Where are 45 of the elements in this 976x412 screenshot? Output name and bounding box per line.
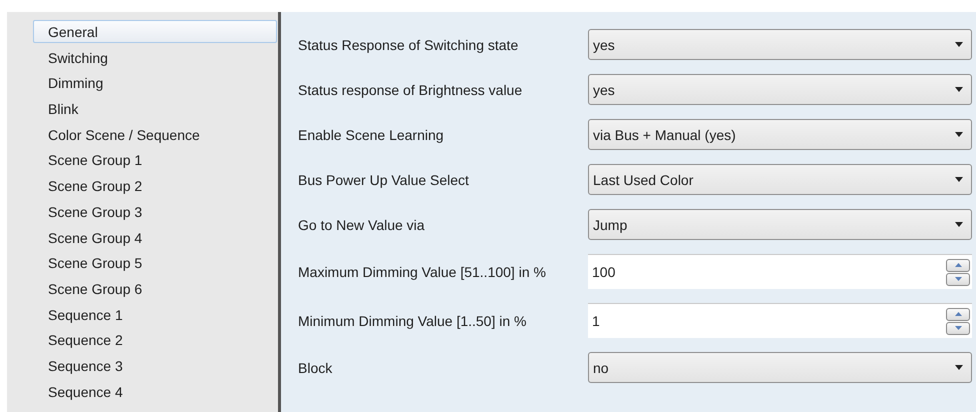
navigation-item[interactable]: Scene Group 5 bbox=[33, 251, 277, 277]
navigation-item[interactable]: General bbox=[33, 20, 277, 43]
up-arrow-icon bbox=[954, 312, 962, 316]
navigation-item[interactable]: Color Scene / Sequence bbox=[33, 122, 277, 148]
spin-down-button[interactable] bbox=[946, 322, 970, 334]
caret-icon bbox=[955, 42, 963, 47]
navigation-item[interactable]: Blink bbox=[33, 97, 277, 123]
caret-icon bbox=[955, 222, 963, 227]
navigation-item[interactable]: Sequence 2 bbox=[33, 328, 277, 354]
spin-up-button[interactable] bbox=[946, 258, 970, 272]
caret-icon bbox=[955, 365, 963, 370]
navigation-item[interactable]: Switching bbox=[33, 46, 277, 72]
navigation-item[interactable]: Scene Group 3 bbox=[33, 200, 277, 226]
up-arrow-icon bbox=[954, 263, 962, 267]
parameter-label: Block bbox=[298, 360, 334, 376]
dropdown[interactable]: Last Used Color bbox=[588, 164, 972, 195]
navigation-item[interactable]: Scene Group 1 bbox=[33, 148, 277, 174]
caret-icon bbox=[955, 87, 963, 92]
navigation-item[interactable]: Sequence 1 bbox=[33, 302, 277, 328]
dropdown[interactable]: no bbox=[588, 352, 972, 383]
dropdown[interactable]: yes bbox=[588, 29, 972, 60]
dropdown[interactable]: via Bus + Manual (yes) bbox=[588, 119, 972, 150]
dropdown[interactable]: Jump bbox=[588, 209, 972, 240]
number-field[interactable]: 100 bbox=[588, 254, 972, 289]
down-arrow-icon bbox=[954, 277, 962, 281]
spin-down-button[interactable] bbox=[946, 272, 970, 286]
caret-icon bbox=[955, 132, 963, 137]
down-arrow-icon bbox=[954, 326, 962, 330]
dropdown[interactable]: yes bbox=[588, 74, 972, 105]
navigation-item[interactable]: Scene Group 4 bbox=[33, 226, 277, 252]
navigation-item[interactable]: Sequence 4 bbox=[33, 380, 277, 406]
parameter-label: Status response of Brightness value bbox=[298, 82, 524, 98]
parameter-label: Maximum Dimming Value [51..100] in % bbox=[298, 264, 547, 280]
parameter-label: Status Response of Switching state bbox=[298, 36, 520, 52]
parameter-label: Enable Scene Learning bbox=[298, 126, 445, 142]
caret-icon bbox=[955, 177, 963, 182]
spin-up-button[interactable] bbox=[946, 308, 970, 320]
navigation-item[interactable]: Sequence 3 bbox=[33, 354, 277, 380]
navigation-item[interactable]: Dimming bbox=[33, 71, 277, 98]
navigation-item[interactable]: Scene Group 6 bbox=[33, 276, 277, 303]
parameter-label: Bus Power Up Value Select bbox=[298, 172, 470, 188]
navigation-item[interactable]: Scene Group 2 bbox=[33, 174, 277, 200]
parameter-label: Minimum Dimming Value [1..50] in % bbox=[298, 312, 528, 328]
number-field[interactable]: 1 bbox=[588, 303, 972, 338]
parameter-label: Go to New Value via bbox=[298, 216, 426, 232]
